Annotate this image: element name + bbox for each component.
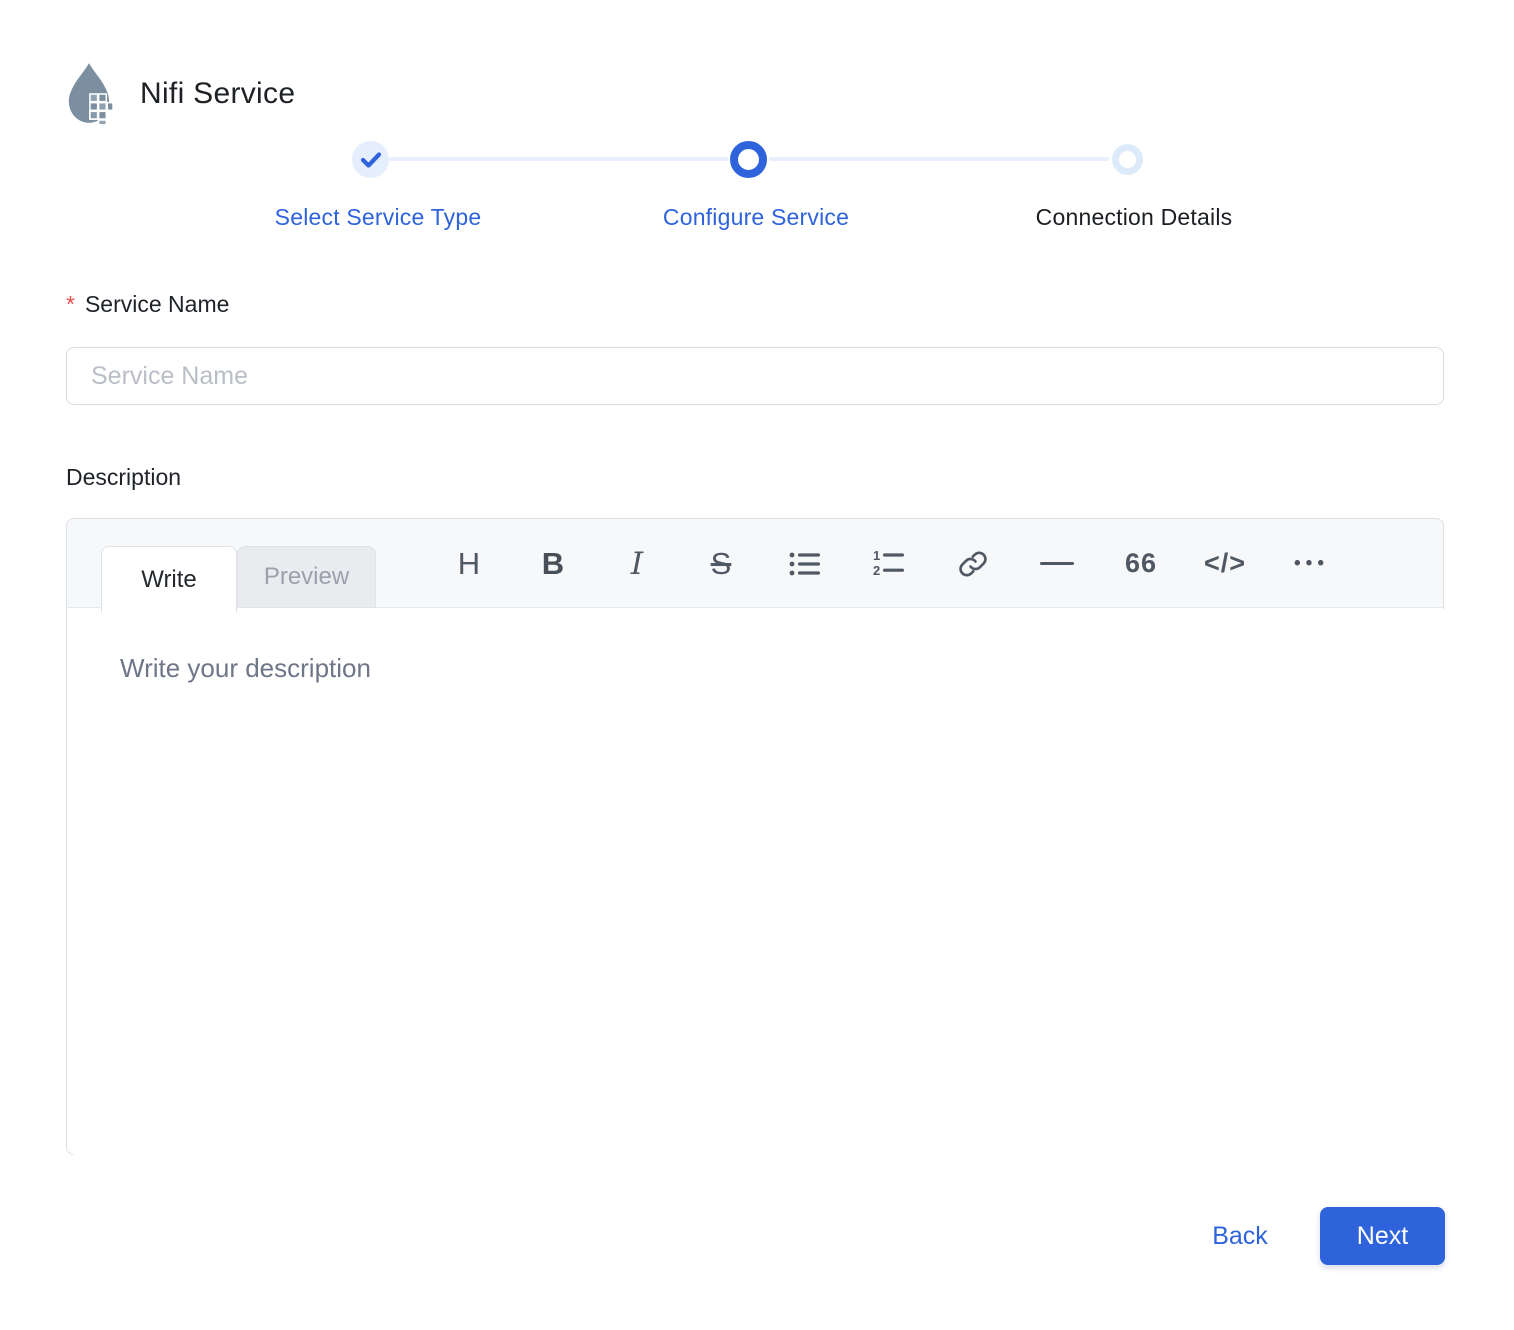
service-name-label: * Service Name (66, 291, 229, 318)
step-pending-indicator (1112, 144, 1143, 175)
description-input[interactable] (68, 609, 1444, 1155)
required-asterisk: * (66, 291, 75, 317)
tab-preview[interactable]: Preview (237, 546, 376, 608)
configure-service-page: Nifi Service Select Service Type Configu… (0, 0, 1514, 1330)
nifi-drop-icon (64, 62, 114, 126)
stepper-connector-1 (389, 157, 729, 161)
strikethrough-icon[interactable]: S (679, 519, 763, 608)
ordered-list-icon[interactable]: 1 2 (847, 519, 931, 608)
editor-tools: H B I S 1 2 66 </> ••• (427, 519, 1351, 608)
stepper-connector-2 (769, 157, 1109, 161)
code-icon[interactable]: </> (1183, 519, 1267, 608)
quote-icon[interactable]: 66 (1099, 519, 1183, 608)
back-button[interactable]: Back (1180, 1207, 1300, 1265)
check-icon (360, 151, 381, 168)
step-label-configure-service: Configure Service (662, 204, 850, 230)
next-button[interactable]: Next (1320, 1207, 1445, 1265)
description-editor: Write Preview H B I S 1 2 66 </> ••• Wri… (66, 518, 1444, 1155)
horizontal-rule-icon[interactable] (1015, 519, 1099, 608)
step-completed-indicator (352, 141, 389, 178)
step-label-connection-details: Connection Details (1035, 204, 1233, 230)
heading-icon[interactable]: H (427, 519, 511, 608)
more-icon[interactable]: ••• (1267, 519, 1351, 608)
svg-text:2: 2 (873, 563, 880, 578)
step-label-select-service-type: Select Service Type (274, 204, 482, 230)
description-label: Description (66, 464, 182, 490)
link-icon[interactable] (931, 519, 1015, 608)
service-name-input[interactable] (66, 347, 1444, 405)
bold-icon[interactable]: B (511, 519, 595, 608)
step-active-indicator (730, 141, 767, 178)
tab-write[interactable]: Write (101, 546, 237, 613)
page-title: Nifi Service (140, 77, 296, 110)
service-name-label-text: Service Name (84, 291, 230, 317)
unordered-list-icon[interactable] (763, 519, 847, 608)
editor-toolbar: Write Preview H B I S 1 2 66 </> ••• (67, 519, 1443, 613)
page-header: Nifi Service (64, 62, 295, 126)
svg-text:1: 1 (873, 550, 880, 563)
italic-icon[interactable]: I (595, 519, 679, 608)
